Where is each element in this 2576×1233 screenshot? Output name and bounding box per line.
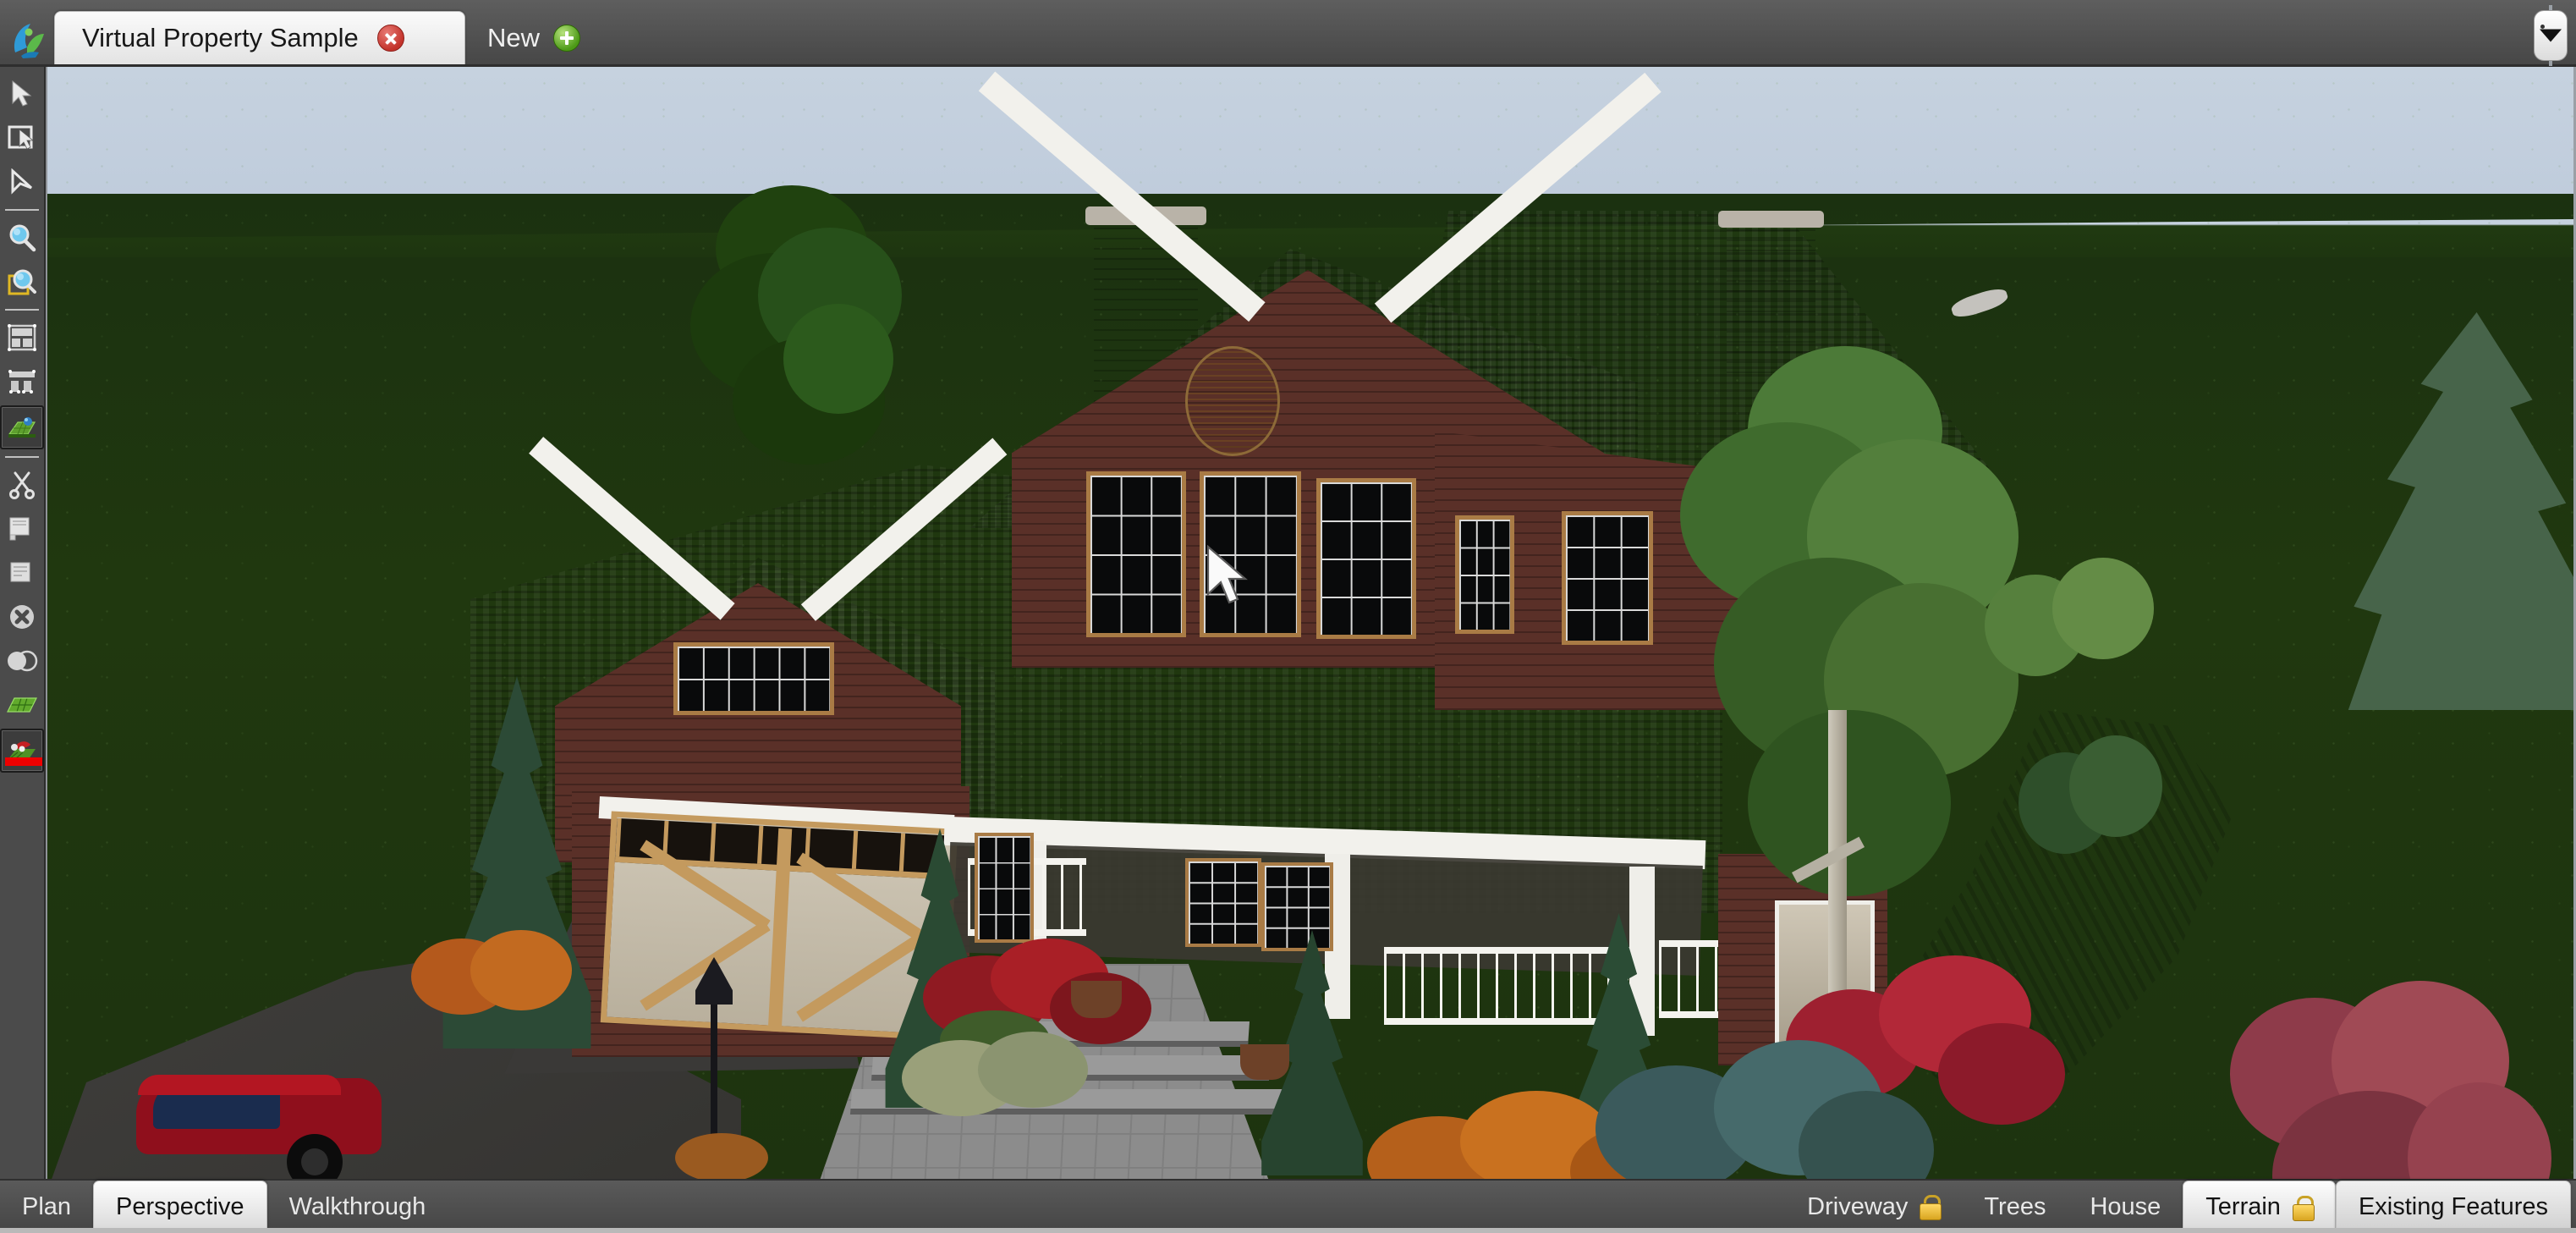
attic-vent	[1185, 346, 1280, 456]
magnifier-icon[interactable]	[2, 217, 42, 258]
lamp-base-flowers	[675, 1133, 768, 1179]
gable-window-3	[1316, 478, 1416, 639]
active-tool-indicator	[5, 757, 42, 766]
layer-tab-terrain-label: Terrain	[2205, 1193, 2281, 1220]
scissors-icon[interactable]	[2, 465, 42, 505]
document-tab-virtual-property-sample[interactable]: Virtual Property Sample	[54, 11, 465, 64]
lock-icon[interactable]	[1920, 1195, 1942, 1220]
planter-pot-1	[1071, 981, 1122, 1018]
shrub-roof-right	[1985, 541, 2154, 702]
tree-deciduous-left	[690, 177, 919, 532]
garage-gable-window	[673, 642, 834, 715]
plant-bed-icon[interactable]	[0, 729, 44, 773]
chimney-cap-right	[1718, 211, 1824, 228]
green-grid-icon[interactable]	[2, 685, 42, 725]
terrain-grid-icon[interactable]	[0, 405, 44, 449]
polygon-cursor-icon[interactable]	[2, 162, 42, 202]
shrub-orange-left	[411, 922, 580, 1040]
paste-icon[interactable]	[2, 553, 42, 593]
planter-pot-2	[1240, 1044, 1289, 1080]
chevron-down-icon[interactable]	[2534, 5, 2568, 66]
right-wing-window-1	[1455, 515, 1514, 634]
elevation-view-icon[interactable]	[2, 361, 42, 402]
drop-handle-top	[2549, 5, 2552, 10]
toolbar-separator	[5, 309, 39, 311]
layer-tab-existing-features[interactable]: Existing Features	[2335, 1181, 2571, 1233]
layer-tab-driveway[interactable]: Driveway	[1785, 1181, 1962, 1233]
lock-body	[1920, 1203, 1942, 1220]
shrub-green-right-path	[2019, 727, 2162, 879]
tab-plan-label: Plan	[22, 1192, 72, 1220]
tab-walkthrough[interactable]: Walkthrough	[267, 1181, 448, 1233]
merge-circles-icon[interactable]	[2, 641, 42, 681]
layer-tab-house[interactable]: House	[2068, 1181, 2183, 1233]
delete-x-icon[interactable]	[2, 597, 42, 637]
toolbar-separator	[5, 209, 39, 211]
gable-window-1	[1086, 471, 1186, 637]
tab-walkthrough-label: Walkthrough	[288, 1192, 426, 1220]
right-wing-window-2	[1562, 511, 1653, 645]
tab-bar: Virtual Property Sample New	[0, 0, 2576, 67]
status-bar-underline	[0, 1228, 2576, 1233]
plus-icon[interactable]	[553, 25, 581, 52]
drop-handle-bottom	[2549, 61, 2552, 66]
tree-evergreen-right-edge	[2332, 312, 2573, 710]
lock-icon[interactable]	[2292, 1195, 2315, 1221]
status-bar: Plan Perspective Walkthrough Driveway Tr…	[0, 1179, 2576, 1233]
new-tab-label: New	[487, 23, 541, 52]
workspace	[0, 67, 2576, 1179]
tab-plan[interactable]: Plan	[0, 1181, 93, 1233]
tree-red-maple-right	[2196, 981, 2551, 1179]
shrub-blue-center	[1596, 1032, 1934, 1179]
layer-tab-trees[interactable]: Trees	[1962, 1181, 2068, 1233]
lock-body	[2292, 1203, 2315, 1221]
shrub-rocks-center	[1046, 1159, 1240, 1179]
layer-tab-house-label: House	[2090, 1192, 2161, 1220]
arrow-cursor-icon[interactable]	[2, 74, 42, 114]
3d-perspective-render[interactable]	[46, 67, 2576, 1179]
marquee-select-icon[interactable]	[2, 118, 42, 158]
layer-tab-terrain[interactable]: Terrain	[2183, 1181, 2336, 1233]
lamp-post	[711, 994, 717, 1154]
menu-dot	[2540, 25, 2545, 29]
gable-window-2	[1200, 471, 1301, 637]
left-toolbar	[0, 67, 46, 1179]
document-tab-label: Virtual Property Sample	[82, 23, 359, 52]
magnifier-window-icon[interactable]	[2, 261, 42, 302]
layer-tab-driveway-label: Driveway	[1807, 1192, 1909, 1220]
layout-panels-icon[interactable]	[2, 317, 42, 358]
new-tab-button[interactable]: New	[465, 12, 602, 64]
application-window: Virtual Property Sample New Plan Perspec…	[0, 0, 2576, 1233]
parked-car	[128, 1053, 382, 1179]
layer-tab-existing-features-label: Existing Features	[2358, 1193, 2548, 1220]
flower-bed-white	[902, 1023, 1113, 1133]
tab-perspective[interactable]: Perspective	[93, 1181, 267, 1233]
tab-perspective-label: Perspective	[116, 1193, 244, 1220]
app-logo-icon	[7, 12, 51, 64]
layer-tab-trees-label: Trees	[1984, 1192, 2046, 1220]
close-icon[interactable]	[376, 25, 404, 52]
caret-glyph	[2540, 29, 2562, 42]
porch-window-1	[1185, 858, 1261, 947]
copy-icon[interactable]	[2, 509, 42, 549]
status-bar-spacer	[448, 1181, 1785, 1233]
render-scene	[47, 67, 2573, 1179]
toolbar-separator	[5, 456, 39, 458]
